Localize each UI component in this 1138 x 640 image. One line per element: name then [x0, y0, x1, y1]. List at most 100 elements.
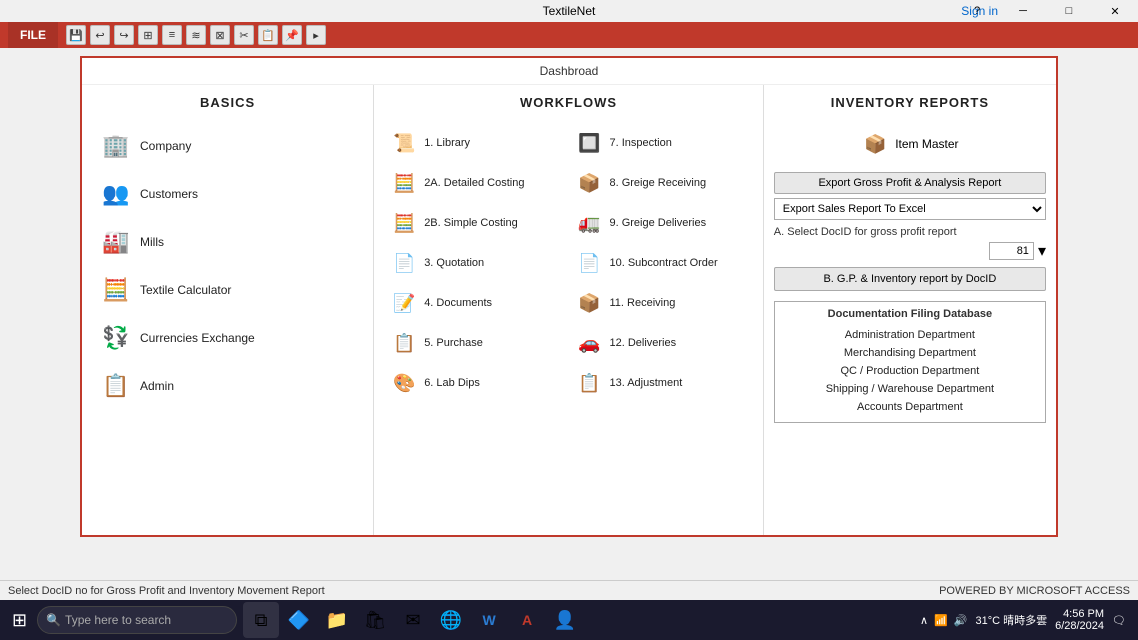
workflows-column: WORKFLOWS 📜 1. Library 🧮 2A. Detailed Co… [374, 85, 764, 535]
app-title: TextileNet [543, 4, 596, 18]
customers-menu-item[interactable]: 👥 Customers [92, 172, 363, 216]
quotation-item[interactable]: 📄 3. Quotation [384, 244, 567, 282]
admin-label: Admin [140, 379, 174, 393]
shipping-dept-button[interactable]: Shipping / Warehouse Department [781, 380, 1039, 398]
library-item[interactable]: 📜 1. Library [384, 124, 567, 162]
tray-arrow[interactable]: ∧ [920, 614, 928, 627]
documents-label: 4. Documents [424, 297, 492, 309]
folder-icon[interactable]: 📁 [319, 602, 355, 638]
system-tray: ∧ 📶 🔊 [920, 614, 967, 627]
taskbar-right: ∧ 📶 🔊 31°C 晴時多雲 4:56 PM 6/28/2024 🗨 [920, 608, 1134, 632]
time: 4:56 PM [1055, 608, 1104, 620]
simple-costing-item[interactable]: 🧮 2B. Simple Costing [384, 204, 567, 242]
admin-menu-item[interactable]: 📋 Admin [92, 364, 363, 408]
greige-receiving-item[interactable]: 📦 8. Greige Receiving [569, 164, 752, 202]
greige-deliveries-label: 9. Greige Deliveries [609, 217, 706, 229]
library-icon: 📜 [390, 129, 418, 157]
item-master-row[interactable]: 📦 Item Master [774, 124, 1046, 164]
help-button[interactable]: ? [954, 0, 1000, 22]
workflows-grid: 📜 1. Library 🧮 2A. Detailed Costing 🧮 2B… [384, 124, 753, 404]
sales-report-dropdown[interactable]: Export Sales Report To Excel [774, 198, 1046, 220]
export-gp-button[interactable]: Export Gross Profit & Analysis Report [774, 172, 1046, 194]
tool2-icon[interactable]: ≡ [162, 25, 182, 45]
docid-row: ▾ [774, 241, 1046, 261]
accounts-dept-button[interactable]: Accounts Department [781, 398, 1039, 416]
merchandising-dept-button[interactable]: Merchandising Department [781, 344, 1039, 362]
quotation-label: 3. Quotation [424, 257, 484, 269]
wifi-icon: 📶 [934, 614, 948, 627]
adjustment-item[interactable]: 📋 13. Adjustment [569, 364, 752, 402]
mills-menu-item[interactable]: 🏭 Mills [92, 220, 363, 264]
receiving-label: 11. Receiving [609, 297, 675, 309]
mills-icon: 🏭 [100, 226, 132, 258]
start-button[interactable]: ⊞ [4, 606, 35, 635]
access-icon[interactable]: A [509, 602, 545, 638]
currency-label: Currencies Exchange [140, 331, 255, 345]
mail-icon[interactable]: ✉ [395, 602, 431, 638]
tool5-icon[interactable]: ✂ [234, 25, 254, 45]
subcontract-item[interactable]: 📄 10. Subcontract Order [569, 244, 752, 282]
basics-header: BASICS [92, 95, 363, 110]
weather: 31°C 晴時多雲 [975, 612, 1047, 628]
tool3-icon[interactable]: ≋ [186, 25, 206, 45]
user-icon[interactable]: 👤 [547, 602, 583, 638]
purchase-item[interactable]: 📋 5. Purchase [384, 324, 567, 362]
search-placeholder: Type here to search [65, 613, 171, 627]
tool8-icon[interactable]: ▸ [306, 25, 326, 45]
tool7-icon[interactable]: 📌 [282, 25, 302, 45]
edge-icon[interactable]: 🔷 [281, 602, 317, 638]
dashboard-title: Dashbroad [82, 58, 1056, 85]
toolbar-icons: 💾 ↩ ↪ ⊞ ≡ ≋ ⊠ ✂ 📋 📌 ▸ [66, 25, 326, 45]
detailed-costing-item[interactable]: 🧮 2A. Detailed Costing [384, 164, 567, 202]
item-master-label: Item Master [895, 137, 958, 151]
docid-dropdown-icon[interactable]: ▾ [1038, 241, 1046, 261]
workflows-left: 📜 1. Library 🧮 2A. Detailed Costing 🧮 2B… [384, 124, 567, 404]
quotation-icon: 📄 [390, 249, 418, 277]
task-view-icon[interactable]: ⧉ [243, 602, 279, 638]
redo-icon[interactable]: ↪ [114, 25, 134, 45]
customers-label: Customers [140, 187, 198, 201]
minimize-button[interactable]: ─ [1000, 0, 1046, 22]
status-right: POWERED BY MICROSOFT ACCESS [939, 585, 1130, 597]
search-box: 🔍 Type here to search [37, 606, 237, 634]
select-docid-label: A. Select DocID for gross profit report [774, 226, 1046, 238]
inspection-item[interactable]: 🔲 7. Inspection [569, 124, 752, 162]
maximize-button[interactable]: □ [1046, 0, 1092, 22]
item-master-icon: 📦 [861, 130, 889, 158]
purchase-icon: 📋 [390, 329, 418, 357]
textile-calc-label: Textile Calculator [140, 283, 231, 297]
greige-deliveries-icon: 🚛 [575, 209, 603, 237]
notification-icon[interactable]: 🗨 [1112, 614, 1126, 627]
greige-deliveries-item[interactable]: 🚛 9. Greige Deliveries [569, 204, 752, 242]
textile-calc-menu-item[interactable]: 🧮 Textile Calculator [92, 268, 363, 312]
tool1-icon[interactable]: ⊞ [138, 25, 158, 45]
lab-dips-item[interactable]: 🎨 6. Lab Dips [384, 364, 567, 402]
lab-dips-icon: 🎨 [390, 369, 418, 397]
receiving-icon: 📦 [575, 289, 603, 317]
store-icon[interactable]: 🛍 [357, 602, 393, 638]
qc-dept-button[interactable]: QC / Production Department [781, 362, 1039, 380]
word-icon[interactable]: W [471, 602, 507, 638]
tool4-icon[interactable]: ⊠ [210, 25, 230, 45]
currency-menu-item[interactable]: 💱 Currencies Exchange [92, 316, 363, 360]
taskbar-app-icons: ⧉ 🔷 📁 🛍 ✉ 🌐 W A 👤 [243, 602, 583, 638]
receiving-item[interactable]: 📦 11. Receiving [569, 284, 752, 322]
docid-input[interactable] [989, 242, 1034, 260]
inspection-icon: 🔲 [575, 129, 603, 157]
customers-icon: 👥 [100, 178, 132, 210]
undo-icon[interactable]: ↩ [90, 25, 110, 45]
save-icon[interactable]: 💾 [66, 25, 86, 45]
gp-report-button[interactable]: B. G.P. & Inventory report by DocID [774, 267, 1046, 291]
close-button[interactable]: ✕ [1092, 0, 1138, 22]
status-bar: Select DocID no for Gross Profit and Inv… [0, 580, 1138, 600]
company-menu-item[interactable]: 🏢 Company [92, 124, 363, 168]
basics-column: BASICS 🏢 Company 👥 Customers 🏭 Mills 🧮 T… [82, 85, 374, 535]
tool6-icon[interactable]: 📋 [258, 25, 278, 45]
deliveries-item[interactable]: 🚗 12. Deliveries [569, 324, 752, 362]
admin-dept-button[interactable]: Administration Department [781, 326, 1039, 344]
inventory-header: INVENTORY REPORTS [774, 95, 1046, 110]
simple-costing-icon: 🧮 [390, 209, 418, 237]
chrome-icon[interactable]: 🌐 [433, 602, 469, 638]
file-button[interactable]: FILE [8, 22, 58, 48]
documents-item[interactable]: 📝 4. Documents [384, 284, 567, 322]
